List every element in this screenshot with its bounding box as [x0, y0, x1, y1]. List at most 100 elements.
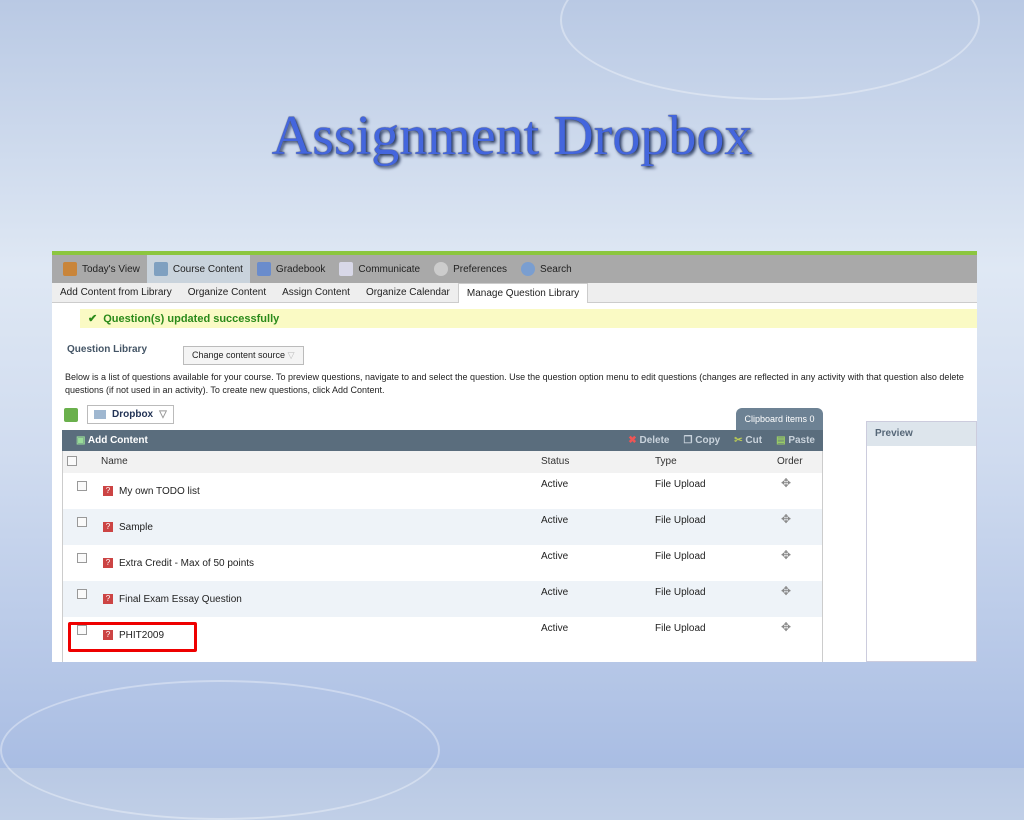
type-cell: File Upload [655, 551, 706, 562]
gear-icon [434, 262, 449, 276]
move-icon[interactable]: ✥ [781, 584, 791, 598]
table-row[interactable]: ? Final Exam Essay Question Active File U… [63, 581, 822, 617]
nav-label: Gradebook [275, 263, 326, 275]
question-icon: ? [103, 558, 113, 569]
scissors-icon: ✂ [734, 435, 743, 446]
status-cell: Active [541, 587, 569, 598]
paste-button[interactable]: ▤ Paste [776, 435, 815, 446]
nav-communicate[interactable]: Communicate [332, 255, 427, 283]
column-header[interactable]: Name [101, 456, 128, 467]
delete-button[interactable]: ✖ Delete [628, 435, 669, 446]
preview-panel: Preview [866, 421, 977, 662]
main-nav: Today's View Course Content Gradebook Co… [52, 255, 977, 283]
status-cell: Active [541, 515, 569, 526]
mail-icon [339, 262, 354, 276]
screenshot-panel: Today's View Course Content Gradebook Co… [52, 251, 977, 662]
nav-search[interactable]: Search [514, 255, 579, 283]
status-cell: Active [541, 479, 569, 490]
preview-title: Preview [867, 422, 976, 446]
tab-organize-calendar[interactable]: Organize Calendar [358, 287, 458, 302]
decor [560, 0, 980, 100]
nav-label: Today's View [82, 263, 140, 275]
status-cell: Active [541, 551, 569, 562]
add-icon: ▣ [76, 435, 88, 446]
tab-manage-question-library[interactable]: Manage Question Library [457, 283, 589, 303]
check-icon: ✔ [88, 313, 98, 325]
up-folder-icon[interactable] [64, 407, 78, 422]
folder-row: Dropbox ▽ [64, 405, 174, 424]
nav-label: Communicate [358, 263, 421, 275]
clipboard-items[interactable]: Clipboard items 0 [736, 408, 823, 430]
chevron-down-icon: ▽ [287, 350, 295, 360]
paste-icon: ▤ [776, 435, 786, 446]
decor [0, 680, 440, 820]
button-label: Change content source [192, 350, 286, 360]
content-icon [153, 262, 168, 276]
move-icon[interactable]: ✥ [781, 620, 791, 634]
name-text: Extra Credit - Max of 50 points [119, 558, 255, 569]
highlight-box [68, 622, 197, 652]
table-row[interactable]: ? Extra Credit - Max of 50 points Active … [63, 545, 822, 581]
question-library-label: Question Library [67, 344, 148, 355]
tab-organize-content[interactable]: Organize Content [180, 287, 274, 302]
move-icon[interactable]: ✥ [781, 548, 791, 562]
row-checkbox[interactable] [77, 589, 87, 599]
folder-select[interactable]: Dropbox ▽ [87, 405, 174, 424]
success-banner: ✔ Question(s) updated successfully [80, 309, 977, 328]
question-name[interactable]: ? Sample [103, 522, 153, 533]
table-row[interactable]: ? My own TODO list Active File Upload ✥ [63, 473, 822, 509]
row-checkbox[interactable] [77, 481, 87, 491]
nav-todays-view[interactable]: Today's View [56, 255, 147, 283]
copy-button[interactable]: ❐ Copy [683, 435, 720, 446]
type-cell: File Upload [655, 623, 706, 634]
row-checkbox[interactable] [77, 553, 87, 563]
table-toolbar: ▣ Add Content ✖ Delete ❐ Copy ✂ Cut ▤ Pa… [62, 430, 823, 451]
nav-label: Course Content [172, 263, 243, 275]
nav-course-content[interactable]: Course Content [146, 255, 250, 283]
folder-icon [94, 410, 106, 419]
question-name[interactable]: ? My own TODO list [103, 486, 200, 497]
nav-label: Preferences [453, 263, 508, 275]
copy-icon: ❐ [683, 435, 693, 446]
name-text: Final Exam Essay Question [119, 594, 242, 605]
banner-text: Question(s) updated successfully [103, 312, 280, 325]
question-icon: ? [103, 594, 113, 605]
table-row[interactable]: ? Sample Active File Upload ✥ [63, 509, 822, 545]
type-cell: File Upload [655, 515, 706, 526]
button-label: Add Content [87, 435, 148, 446]
question-icon: ? [103, 522, 113, 533]
tab-assign-content[interactable]: Assign Content [274, 287, 358, 302]
question-name[interactable]: ? Extra Credit - Max of 50 points [103, 558, 254, 569]
name-text: Sample [119, 522, 153, 533]
type-cell: File Upload [655, 479, 706, 490]
move-icon[interactable]: ✥ [781, 476, 791, 490]
column-header[interactable]: Status [541, 456, 569, 467]
nav-label: Search [540, 263, 572, 275]
chevron-down-icon: ▽ [159, 409, 167, 420]
gradebook-icon [256, 262, 271, 276]
name-text: My own TODO list [119, 486, 200, 497]
search-icon [521, 262, 536, 276]
description: Below is a list of questions available f… [65, 371, 970, 397]
column-header[interactable]: Type [655, 456, 677, 467]
change-content-source-button[interactable]: Change content source ▽ [183, 346, 304, 365]
home-icon [63, 262, 77, 276]
nav-preferences[interactable]: Preferences [427, 255, 514, 283]
select-all-checkbox[interactable] [67, 456, 77, 466]
table-header: Name Status Type Order [63, 451, 822, 473]
tab-add-content-from-library[interactable]: Add Content from Library [52, 287, 180, 302]
move-icon[interactable]: ✥ [781, 512, 791, 526]
button-label: Copy [695, 435, 721, 446]
delete-icon: ✖ [628, 435, 637, 446]
button-label: Paste [788, 435, 815, 446]
row-checkbox[interactable] [77, 517, 87, 527]
cut-button[interactable]: ✂ Cut [734, 435, 762, 446]
question-name[interactable]: ? Final Exam Essay Question [103, 594, 242, 605]
folder-name: Dropbox [112, 409, 154, 420]
type-cell: File Upload [655, 587, 706, 598]
column-header: Order [777, 456, 803, 467]
add-content-button[interactable]: ▣ Add Content [76, 435, 148, 446]
button-label: Delete [639, 435, 670, 446]
button-label: Cut [745, 435, 763, 446]
nav-gradebook[interactable]: Gradebook [250, 255, 332, 283]
